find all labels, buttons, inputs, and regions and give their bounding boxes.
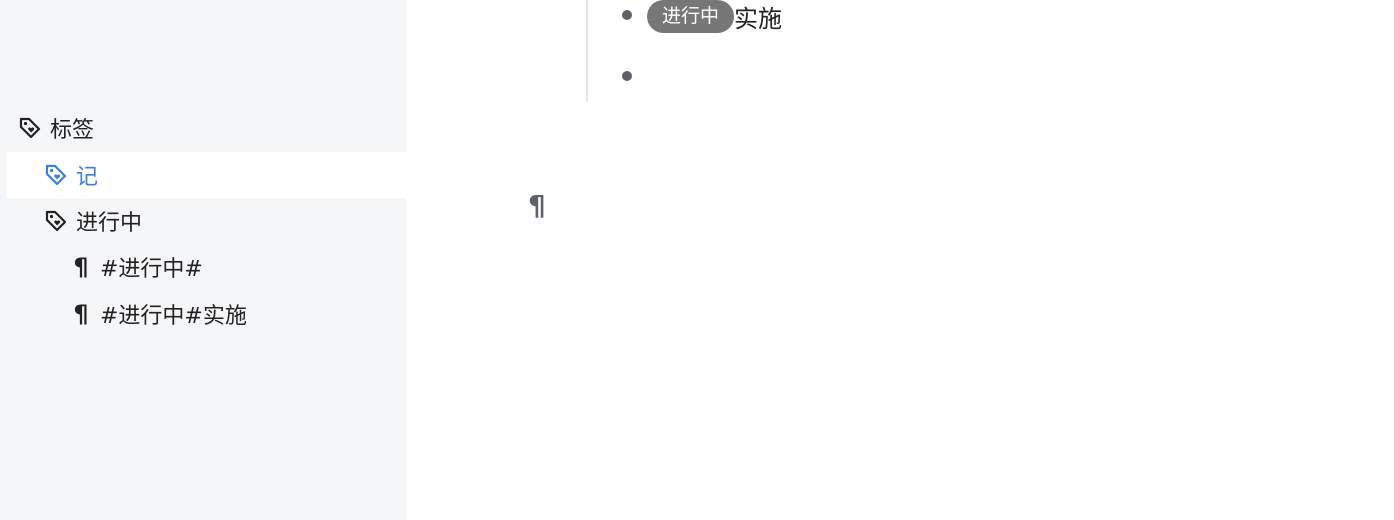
list-bullet[interactable] xyxy=(622,71,632,81)
tag-item-label: 记 xyxy=(76,165,99,190)
list-item-text[interactable]: 实施 xyxy=(734,0,782,34)
inline-tag[interactable]: 进行中 xyxy=(647,0,735,33)
tags-header-label: 标签 xyxy=(50,118,95,143)
tag-item-in-progress[interactable]: 进行中 xyxy=(44,198,142,244)
tag-icon xyxy=(44,209,68,233)
block-ref-label: #进行中#实施 xyxy=(100,304,247,329)
editor-area[interactable]: 进行中 实施 ¶ xyxy=(406,0,1394,520)
tags-header[interactable]: 标签 xyxy=(18,105,94,151)
tag-icon xyxy=(44,163,68,187)
app-window: 标签 记 进行中 ¶ #进行中# ¶ #进行中#实施 进行中 实施 ¶ xyxy=(0,0,1394,520)
tag-outline-panel: 标签 记 进行中 ¶ #进行中# ¶ #进行中#实施 xyxy=(0,0,406,520)
blockquote-bar xyxy=(586,0,588,102)
pilcrow-icon: ¶ xyxy=(73,253,89,281)
list-item-empty[interactable] xyxy=(647,58,1247,94)
list-bullet[interactable] xyxy=(622,10,632,20)
block-ref-label: #进行中# xyxy=(100,257,203,282)
tag-icon xyxy=(18,116,42,140)
block-ref-item[interactable]: ¶ #进行中# xyxy=(70,244,203,290)
tag-item-ji[interactable]: 记 xyxy=(6,152,406,198)
tag-item-label: 进行中 xyxy=(76,211,143,236)
pilcrow-icon: ¶ xyxy=(73,300,89,328)
block-ref-item[interactable]: ¶ #进行中#实施 xyxy=(70,291,247,337)
paragraph-marker-icon[interactable]: ¶ xyxy=(528,192,546,220)
list-item[interactable]: 进行中 实施 xyxy=(647,0,782,34)
